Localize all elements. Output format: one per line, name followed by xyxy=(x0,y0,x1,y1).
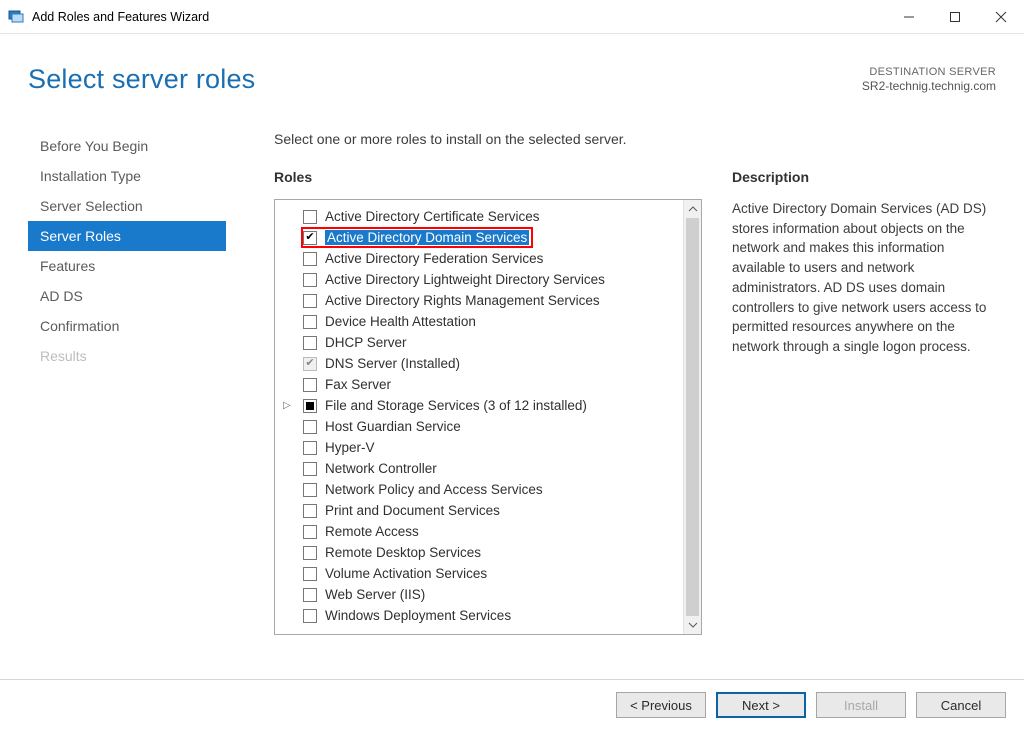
role-row[interactable]: Remote Access xyxy=(281,521,679,542)
description-text: Active Directory Domain Services (AD DS)… xyxy=(732,199,996,357)
role-row[interactable]: Active Directory Federation Services xyxy=(281,248,679,269)
sidebar-item-installation-type[interactable]: Installation Type xyxy=(28,161,226,191)
role-row[interactable]: Print and Document Services xyxy=(281,500,679,521)
role-label: Network Controller xyxy=(325,461,437,476)
sidebar-item-before-you-begin[interactable]: Before You Begin xyxy=(28,131,226,161)
role-label: File and Storage Services (3 of 12 insta… xyxy=(325,398,587,413)
role-label: Windows Deployment Services xyxy=(325,608,511,623)
role-label: Remote Access xyxy=(325,524,419,539)
footer-separator xyxy=(0,679,1024,680)
sidebar-item-server-selection[interactable]: Server Selection xyxy=(28,191,226,221)
role-row[interactable]: Network Policy and Access Services xyxy=(281,479,679,500)
role-checkbox[interactable] xyxy=(303,336,317,350)
role-row[interactable]: ▷ File and Storage Services (3 of 12 inst… xyxy=(281,395,679,416)
role-checkbox[interactable] xyxy=(303,525,317,539)
destination-block: DESTINATION SERVER SR2-technig.technig.c… xyxy=(862,66,996,93)
role-checkbox[interactable] xyxy=(303,273,317,287)
role-row[interactable]: Volume Activation Services xyxy=(281,563,679,584)
role-checkbox[interactable] xyxy=(303,210,317,224)
description-heading: Description xyxy=(732,169,996,185)
role-row[interactable]: Hyper-V xyxy=(281,437,679,458)
role-row[interactable]: Windows Deployment Services xyxy=(281,605,679,626)
role-label: Host Guardian Service xyxy=(325,419,461,434)
sidebar-item-ad-ds[interactable]: AD DS xyxy=(28,281,226,311)
sidebar-item-results: Results xyxy=(28,341,226,371)
role-label: DHCP Server xyxy=(325,335,407,350)
role-row[interactable]: Network Controller xyxy=(281,458,679,479)
destination-value: SR2-technig.technig.com xyxy=(862,79,996,93)
role-label: Device Health Attestation xyxy=(325,314,476,329)
role-checkbox[interactable] xyxy=(303,378,317,392)
role-row[interactable]: Device Health Attestation xyxy=(281,311,679,332)
role-label: Print and Document Services xyxy=(325,503,500,518)
role-row[interactable]: Active Directory Lightweight Directory S… xyxy=(281,269,679,290)
role-checkbox[interactable] xyxy=(303,609,317,623)
titlebar: Add Roles and Features Wizard xyxy=(0,0,1024,34)
instruction-text: Select one or more roles to install on t… xyxy=(274,131,996,147)
roles-listbox: Active Directory Certificate Services Act… xyxy=(274,199,702,635)
role-checkbox[interactable] xyxy=(303,567,317,581)
close-button[interactable] xyxy=(978,0,1024,33)
role-label: DNS Server (Installed) xyxy=(325,356,460,371)
page-title: Select server roles xyxy=(28,64,255,95)
role-checkbox[interactable] xyxy=(303,315,317,329)
role-checkbox[interactable] xyxy=(303,231,317,245)
roles-scrollbar[interactable] xyxy=(683,200,701,634)
role-label: Active Directory Rights Management Servi… xyxy=(325,293,600,308)
app-icon xyxy=(8,9,24,25)
cancel-button[interactable]: Cancel xyxy=(916,692,1006,718)
role-label: Active Directory Certificate Services xyxy=(325,209,540,224)
role-label: Fax Server xyxy=(325,377,391,392)
previous-button[interactable]: < Previous xyxy=(616,692,706,718)
expand-icon[interactable]: ▷ xyxy=(283,400,291,411)
role-row[interactable]: Active Directory Domain Services xyxy=(281,227,679,248)
install-button: Install xyxy=(816,692,906,718)
sidebar-item-features[interactable]: Features xyxy=(28,251,226,281)
scroll-down-button[interactable] xyxy=(684,616,701,634)
role-label: Active Directory Domain Services xyxy=(325,230,529,245)
window-title: Add Roles and Features Wizard xyxy=(32,10,886,24)
sidebar-item-confirmation[interactable]: Confirmation xyxy=(28,311,226,341)
wizard-footer: < Previous Next > Install Cancel xyxy=(616,692,1006,718)
next-button[interactable]: Next > xyxy=(716,692,806,718)
role-checkbox[interactable] xyxy=(303,420,317,434)
role-label: Network Policy and Access Services xyxy=(325,482,543,497)
role-label: Remote Desktop Services xyxy=(325,545,481,560)
role-checkbox[interactable] xyxy=(303,483,317,497)
role-label: Hyper-V xyxy=(325,440,375,455)
maximize-button[interactable] xyxy=(932,0,978,33)
role-checkbox[interactable] xyxy=(303,294,317,308)
scroll-up-button[interactable] xyxy=(684,200,701,218)
role-row[interactable]: Active Directory Rights Management Servi… xyxy=(281,290,679,311)
role-label: Active Directory Federation Services xyxy=(325,251,543,266)
role-row[interactable]: Host Guardian Service xyxy=(281,416,679,437)
role-row[interactable]: DNS Server (Installed) xyxy=(281,353,679,374)
role-checkbox[interactable] xyxy=(303,588,317,602)
role-label: Active Directory Lightweight Directory S… xyxy=(325,272,605,287)
roles-list[interactable]: Active Directory Certificate Services Act… xyxy=(275,200,683,634)
window-controls xyxy=(886,0,1024,33)
role-checkbox[interactable] xyxy=(303,441,317,455)
role-checkbox[interactable] xyxy=(303,504,317,518)
role-checkbox[interactable] xyxy=(303,399,317,413)
sidebar-item-server-roles[interactable]: Server Roles xyxy=(28,221,226,251)
minimize-button[interactable] xyxy=(886,0,932,33)
role-checkbox[interactable] xyxy=(303,546,317,560)
role-row[interactable]: Fax Server xyxy=(281,374,679,395)
role-row[interactable]: Web Server (IIS) xyxy=(281,584,679,605)
scroll-thumb[interactable] xyxy=(686,218,699,616)
role-checkbox xyxy=(303,357,317,371)
role-row[interactable]: DHCP Server xyxy=(281,332,679,353)
destination-label: DESTINATION SERVER xyxy=(862,66,996,78)
role-label: Volume Activation Services xyxy=(325,566,487,581)
scroll-track[interactable] xyxy=(684,218,701,616)
role-checkbox[interactable] xyxy=(303,462,317,476)
role-checkbox[interactable] xyxy=(303,252,317,266)
role-row[interactable]: Active Directory Certificate Services xyxy=(281,206,679,227)
wizard-sidebar: Before You BeginInstallation TypeServer … xyxy=(28,131,226,635)
roles-heading: Roles xyxy=(274,169,702,185)
role-label: Web Server (IIS) xyxy=(325,587,425,602)
role-row[interactable]: Remote Desktop Services xyxy=(281,542,679,563)
